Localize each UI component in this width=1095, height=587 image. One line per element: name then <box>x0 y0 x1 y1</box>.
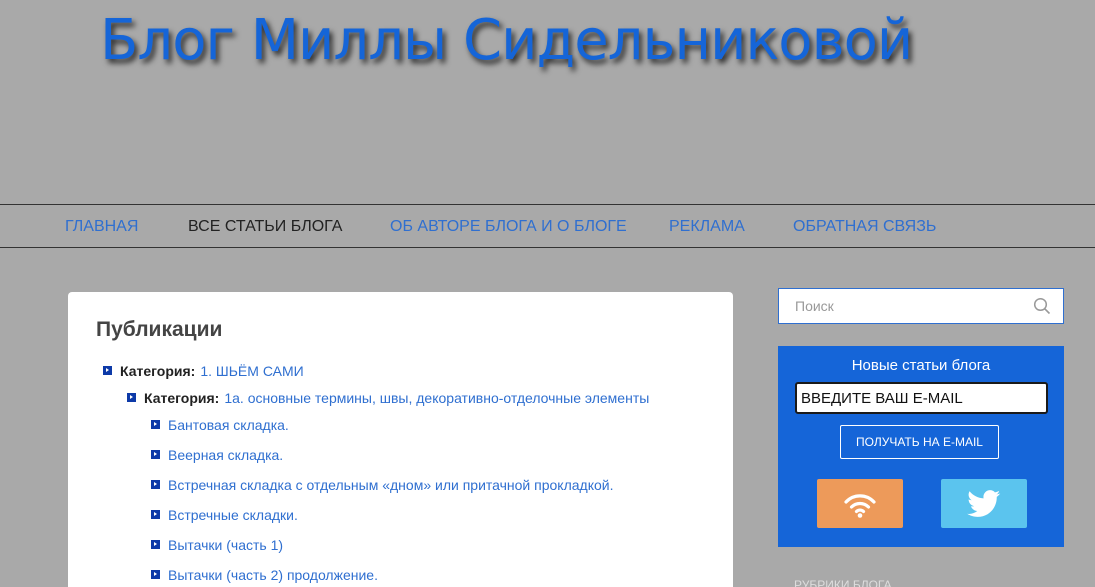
bullet-arrow-icon <box>151 540 160 549</box>
post-link[interactable]: Вытачки (часть 1) <box>168 537 283 553</box>
list-item: Веерная складка. <box>151 447 283 463</box>
rubrics-heading: РУБРИКИ БЛОГА <box>794 578 892 587</box>
bullet-arrow-icon <box>151 420 160 429</box>
bullet-arrow-icon <box>151 510 160 519</box>
subscribe-widget: Новые статьи блога ПОЛУЧАТЬ НА E-MAIL <box>778 346 1064 547</box>
category-link-basic-terms[interactable]: 1а. основные термины, швы, декоративно-о… <box>224 390 649 406</box>
nav-item-all-articles[interactable]: ВСЕ СТАТЬИ БЛОГА <box>188 218 342 236</box>
bullet-arrow-icon <box>151 570 160 579</box>
bullet-arrow-icon <box>151 450 160 459</box>
post-link[interactable]: Встречная складка с отдельным «дном» или… <box>168 477 613 493</box>
list-item: Вытачки (часть 1) <box>151 537 283 553</box>
category-label: Категория: <box>144 390 220 406</box>
search-icon[interactable] <box>1033 297 1051 315</box>
rss-icon <box>844 493 876 518</box>
category-link-sew-yourself[interactable]: 1. ШЬЁМ САМИ <box>200 363 303 379</box>
post-link[interactable]: Встречные складки. <box>168 507 298 523</box>
nav-item-advertising[interactable]: РЕКЛАМА <box>669 218 745 236</box>
publications-card: Публикации Категория: 1. ШЬЁМ САМИ Катего… <box>68 292 733 587</box>
nav-item-about[interactable]: ОБ АВТОРЕ БЛОГА И О БЛОГЕ <box>390 218 627 236</box>
rss-button[interactable] <box>817 479 903 528</box>
bullet-arrow-icon <box>127 393 136 402</box>
main-nav: ГЛАВНАЯ ВСЕ СТАТЬИ БЛОГА ОБ АВТОРЕ БЛОГА… <box>0 204 1095 248</box>
list-item: Вытачки (часть 2) продолжение. <box>151 567 378 583</box>
subcategory-item: Категория: 1а. основные термины, швы, дек… <box>127 390 649 406</box>
list-item: Встречная складка с отдельным «дном» или… <box>151 477 613 493</box>
subscribe-button[interactable]: ПОЛУЧАТЬ НА E-MAIL <box>840 425 999 459</box>
search-input[interactable] <box>787 289 1043 323</box>
subscribe-title: Новые статьи блога <box>851 357 991 374</box>
post-link[interactable]: Вытачки (часть 2) продолжение. <box>168 567 378 583</box>
category-label: Категория: <box>120 363 196 379</box>
bullet-arrow-icon <box>151 480 160 489</box>
list-item: Бантовая складка. <box>151 417 289 433</box>
nav-item-home[interactable]: ГЛАВНАЯ <box>65 218 138 236</box>
post-link[interactable]: Бантовая складка. <box>168 417 289 433</box>
nav-item-feedback[interactable]: ОБРАТНАЯ СВЯЗЬ <box>793 218 936 236</box>
page-title: Публикации <box>96 318 223 341</box>
post-link[interactable]: Веерная складка. <box>168 447 283 463</box>
page: Блог Миллы Сидельниковой ГЛАВНАЯ ВСЕ СТА… <box>0 0 1095 587</box>
bullet-arrow-icon <box>103 366 112 375</box>
twitter-icon <box>967 489 1001 517</box>
category-item: Категория: 1. ШЬЁМ САМИ <box>103 363 304 379</box>
twitter-button[interactable] <box>941 479 1027 528</box>
email-field[interactable] <box>795 382 1048 414</box>
site-title[interactable]: Блог Миллы Сидельниковой <box>100 8 913 73</box>
search-box <box>778 288 1064 324</box>
list-item: Встречные складки. <box>151 507 298 523</box>
